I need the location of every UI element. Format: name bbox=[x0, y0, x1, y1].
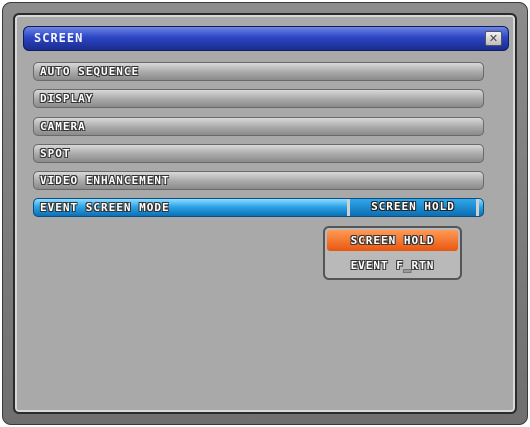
menu-item-video-enhancement[interactable]: VIDEO ENHANCEMENT bbox=[33, 171, 484, 190]
menu-item-spot[interactable]: SPOT bbox=[33, 144, 484, 163]
menu-item-label: CAMERA bbox=[40, 120, 86, 133]
option-event-f-rtn[interactable]: EVENT F_RTN bbox=[327, 255, 458, 276]
window-title: SCREEN bbox=[34, 31, 84, 45]
menu-item-label: EVENT SCREEN MODE bbox=[40, 201, 170, 214]
menu-item-label: VIDEO ENHANCEMENT bbox=[40, 174, 170, 187]
screen-settings-window: SCREEN ✕ AUTO SEQUENCE DISPLAY CAMERA SP… bbox=[2, 2, 528, 425]
menu-item-label: DISPLAY bbox=[40, 92, 94, 105]
menu-item-display[interactable]: DISPLAY bbox=[33, 89, 484, 108]
menu-item-auto-sequence[interactable]: AUTO SEQUENCE bbox=[33, 62, 484, 81]
selected-value: SCREEN HOLD bbox=[371, 200, 455, 213]
window-body: SCREEN ✕ AUTO SEQUENCE DISPLAY CAMERA SP… bbox=[13, 13, 517, 414]
dropdown-list: SCREEN HOLD EVENT F_RTN bbox=[323, 226, 462, 280]
title-bar: SCREEN ✕ bbox=[23, 26, 509, 51]
menu-item-event-screen-mode[interactable]: EVENT SCREEN MODE SCREEN HOLD bbox=[33, 198, 484, 217]
option-screen-hold[interactable]: SCREEN HOLD bbox=[327, 230, 458, 251]
menu-item-label: AUTO SEQUENCE bbox=[40, 65, 140, 78]
event-screen-mode-select[interactable]: SCREEN HOLD bbox=[347, 199, 479, 216]
menu-item-label: SPOT bbox=[40, 147, 71, 160]
menu-item-camera[interactable]: CAMERA bbox=[33, 117, 484, 136]
close-icon[interactable]: ✕ bbox=[485, 31, 502, 46]
